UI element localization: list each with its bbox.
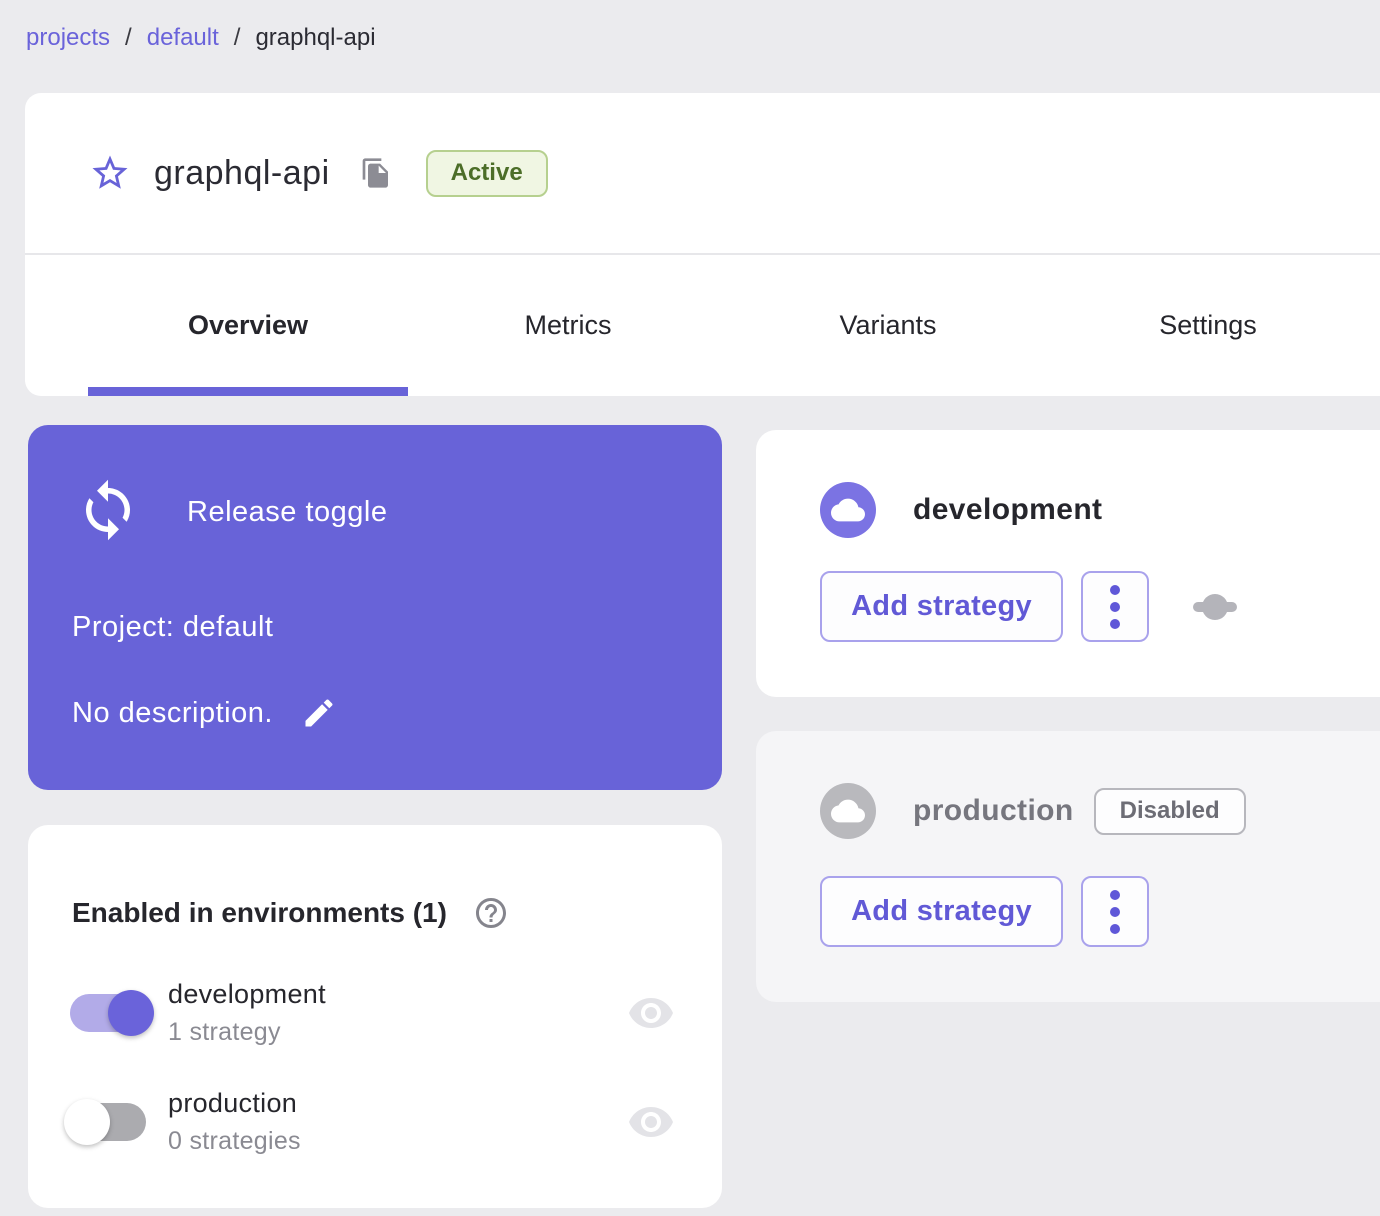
- enabled-environments-card: Enabled in environments (1) development …: [28, 825, 722, 1208]
- breadcrumb-current: graphql-api: [255, 24, 376, 51]
- kebab-menu-icon[interactable]: [1081, 571, 1149, 642]
- copy-icon[interactable]: [360, 157, 392, 189]
- kebab-dot: [1110, 601, 1120, 612]
- slider-icon: [1193, 593, 1237, 621]
- project-label: Project: default: [72, 611, 274, 643]
- add-strategy-button[interactable]: Add strategy: [820, 876, 1063, 947]
- status-badge: Active: [425, 149, 548, 197]
- loop-icon: [75, 477, 141, 548]
- pencil-icon[interactable]: [301, 695, 337, 731]
- disabled-badge: Disabled: [1093, 787, 1246, 835]
- description-label: No description.: [72, 696, 273, 729]
- kebab-dot: [1110, 889, 1120, 900]
- enabled-environments-heading: Enabled in environments (1): [72, 897, 447, 928]
- help-icon[interactable]: [473, 895, 509, 931]
- breadcrumb-link-projects[interactable]: projects: [26, 24, 110, 52]
- tab-variants[interactable]: Variants: [728, 255, 1048, 396]
- development-environment-card: development Add strategy: [756, 430, 1380, 697]
- tab-settings[interactable]: Settings: [1048, 255, 1368, 396]
- environment-row-production: production 0 strategies: [64, 1082, 675, 1162]
- feature-header-card: graphql-api Active Overview Metrics Vari…: [25, 93, 1380, 396]
- environment-name: production: [168, 1088, 298, 1118]
- tab-metrics[interactable]: Metrics: [408, 255, 728, 396]
- favorite-star-icon[interactable]: [88, 151, 132, 195]
- visibility-eye-icon[interactable]: [627, 989, 675, 1037]
- toggle-type-label: Release toggle: [187, 496, 388, 528]
- breadcrumb-link-default[interactable]: default: [147, 24, 219, 52]
- feature-overview-card: Release toggle Project: default No descr…: [28, 425, 722, 790]
- tab-overview[interactable]: Overview: [88, 255, 408, 396]
- kebab-dot: [1110, 584, 1120, 595]
- breadcrumb-separator: /: [125, 24, 132, 51]
- environment-row-development: development 1 strategy: [70, 973, 675, 1053]
- breadcrumb-separator: /: [233, 24, 241, 51]
- environment-name: development: [168, 979, 326, 1009]
- toggle-thumb: [108, 990, 154, 1036]
- kebab-dot: [1110, 906, 1120, 917]
- environment-strategy-count: 0 strategies: [168, 1127, 301, 1155]
- production-toggle-switch[interactable]: [64, 1098, 150, 1146]
- visibility-eye-icon[interactable]: [627, 1098, 675, 1146]
- cloud-icon: [820, 783, 876, 839]
- kebab-dot: [1110, 923, 1120, 934]
- tab-bar: Overview Metrics Variants Settings: [88, 255, 1368, 396]
- active-tab-indicator: [88, 387, 408, 396]
- environment-card-title: production: [913, 794, 1074, 827]
- development-toggle-switch[interactable]: [70, 989, 154, 1037]
- breadcrumb: projects / default / graphql-api: [26, 24, 376, 52]
- feature-title-row: graphql-api Active: [25, 93, 1380, 253]
- toggle-thumb: [64, 1099, 110, 1145]
- add-strategy-button[interactable]: Add strategy: [820, 571, 1063, 642]
- cloud-icon: [820, 482, 876, 538]
- environment-card-title: development: [913, 493, 1103, 526]
- kebab-dot: [1110, 618, 1120, 629]
- environment-strategy-count: 1 strategy: [168, 1018, 281, 1046]
- page-title: graphql-api: [154, 153, 330, 192]
- kebab-menu-icon[interactable]: [1081, 876, 1149, 947]
- production-environment-card: production Disabled Add strategy: [756, 731, 1380, 1002]
